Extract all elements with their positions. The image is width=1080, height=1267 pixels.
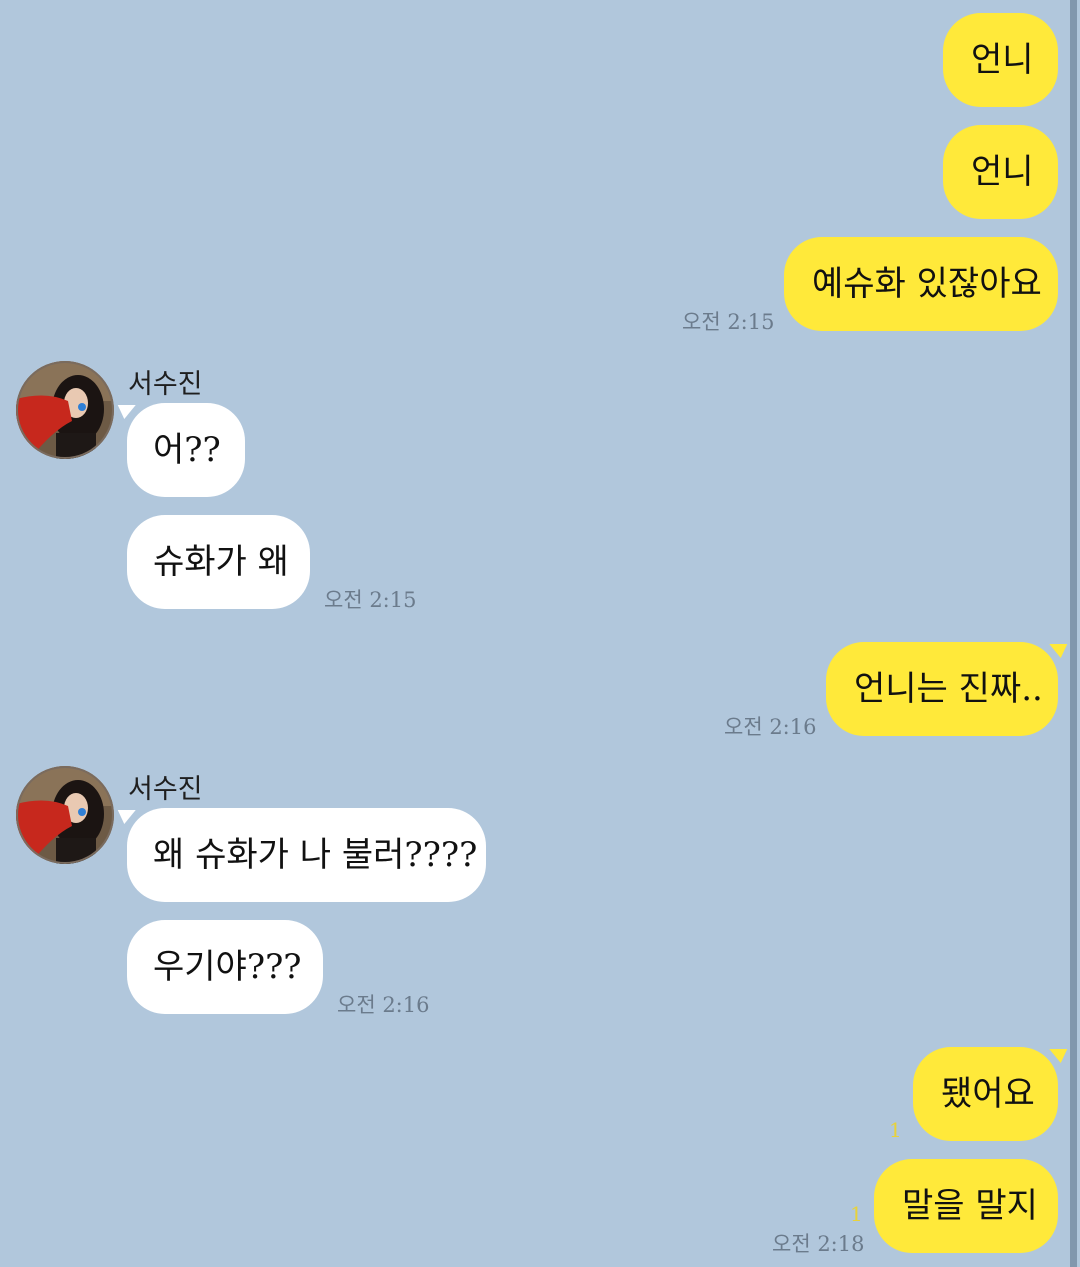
message-bubble-outgoing[interactable]: 언니	[943, 125, 1058, 219]
message-timestamp: 오전 2:15	[324, 588, 417, 612]
sender-avatar[interactable]	[16, 361, 114, 459]
message-timestamp: 오전 2:16	[724, 715, 817, 739]
message-bubble-outgoing[interactable]: 됐어요	[913, 1047, 1058, 1141]
message-timestamp: 오전 2:16	[337, 993, 430, 1017]
sender-name: 서수진	[128, 369, 203, 400]
scrollbar-thumb[interactable]	[1070, 0, 1077, 1267]
scrollbar[interactable]	[1068, 0, 1080, 1267]
message-bubble-incoming[interactable]: 슈화가 왜	[127, 515, 310, 609]
unread-count: 1	[889, 1118, 902, 1142]
message-bubble-incoming[interactable]: 어??	[127, 403, 245, 497]
message-bubble-outgoing[interactable]: 말을 말지	[874, 1159, 1058, 1253]
message-timestamp: 오전 2:15	[682, 310, 775, 334]
message-timestamp: 오전 2:18	[772, 1232, 865, 1256]
message-bubble-outgoing[interactable]: 언니는 진짜..	[826, 642, 1058, 736]
profile-photo-icon	[16, 766, 114, 864]
profile-photo-icon	[16, 361, 114, 459]
sender-avatar[interactable]	[16, 766, 114, 864]
unread-count: 1	[850, 1202, 863, 1226]
sender-name: 서수진	[128, 774, 203, 805]
message-bubble-incoming[interactable]: 왜 슈화가 나 불러????	[127, 808, 486, 902]
chat-message-list[interactable]: 언니 언니 예슈화 있잖아요 오전 2:15 서수진 어?? 슈화가 왜 오전 …	[0, 0, 1068, 1267]
message-bubble-outgoing[interactable]: 예슈화 있잖아요	[784, 237, 1058, 331]
message-bubble-outgoing[interactable]: 언니	[943, 13, 1058, 107]
message-bubble-incoming[interactable]: 우기야???	[127, 920, 323, 1014]
